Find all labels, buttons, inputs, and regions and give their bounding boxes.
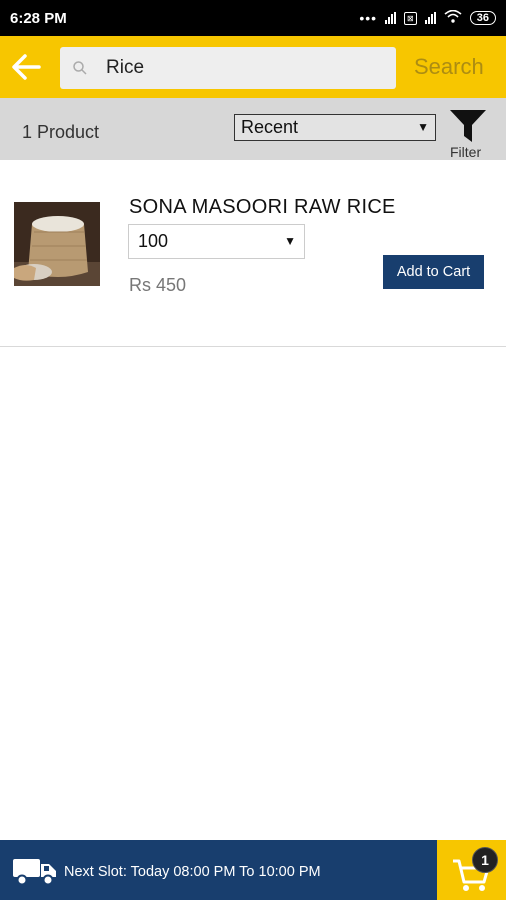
arrow-left-icon [12, 54, 41, 80]
search-button[interactable]: Search [414, 54, 484, 80]
product-card: SONA MASOORI RAW RICE 100 ▼ Rs 450 Add t… [0, 160, 506, 347]
quantity-select[interactable]: 100 ▼ [128, 224, 305, 259]
vpn-icon: ⊠ [404, 11, 417, 25]
status-time: 6:28 PM [10, 9, 67, 27]
sort-selected-value: Recent [241, 117, 299, 137]
battery-icon: 36 [469, 11, 496, 25]
signal-icon [385, 12, 397, 24]
funnel-icon [450, 110, 486, 142]
notification-dots-icon: ••• [359, 10, 378, 26]
magnifier-icon [70, 58, 90, 78]
dropdown-arrow-icon: ▼ [284, 234, 296, 248]
back-button[interactable] [0, 36, 50, 98]
search-box[interactable] [60, 47, 396, 89]
dropdown-arrow-icon: ▼ [417, 120, 429, 134]
filter-label: Filter [450, 144, 482, 160]
add-to-cart-button[interactable]: Add to Cart [383, 255, 484, 289]
delivery-slot-bar: Next Slot: Today 08:00 PM To 10:00 PM 1 [0, 840, 506, 900]
search-header: Search [0, 36, 506, 98]
filter-bar: 1 Product Recent ▼ Filter [0, 98, 506, 160]
sort-select[interactable]: Recent ▼ [234, 114, 436, 141]
product-image[interactable] [14, 202, 100, 286]
signal-4g-icon [424, 12, 436, 24]
wifi-icon [444, 9, 462, 26]
filter-button[interactable]: Filter [448, 108, 490, 160]
truck-icon [13, 859, 56, 886]
product-price: Rs 450 [129, 275, 187, 295]
product-name[interactable]: SONA MASOORI RAW RICE [129, 196, 396, 219]
next-slot-text: Next Slot: Today 08:00 PM To 10:00 PM [64, 864, 321, 880]
cart-count-badge: 1 [472, 847, 498, 873]
search-input[interactable] [106, 57, 356, 79]
quantity-selected-value: 100 [138, 231, 169, 251]
status-bar: 6:28 PM ••• ⊠ 36 [0, 0, 506, 36]
product-count: 1 Product [22, 122, 100, 142]
status-icons: ••• ⊠ 36 [359, 9, 496, 26]
cart-button[interactable]: 1 [437, 840, 506, 900]
